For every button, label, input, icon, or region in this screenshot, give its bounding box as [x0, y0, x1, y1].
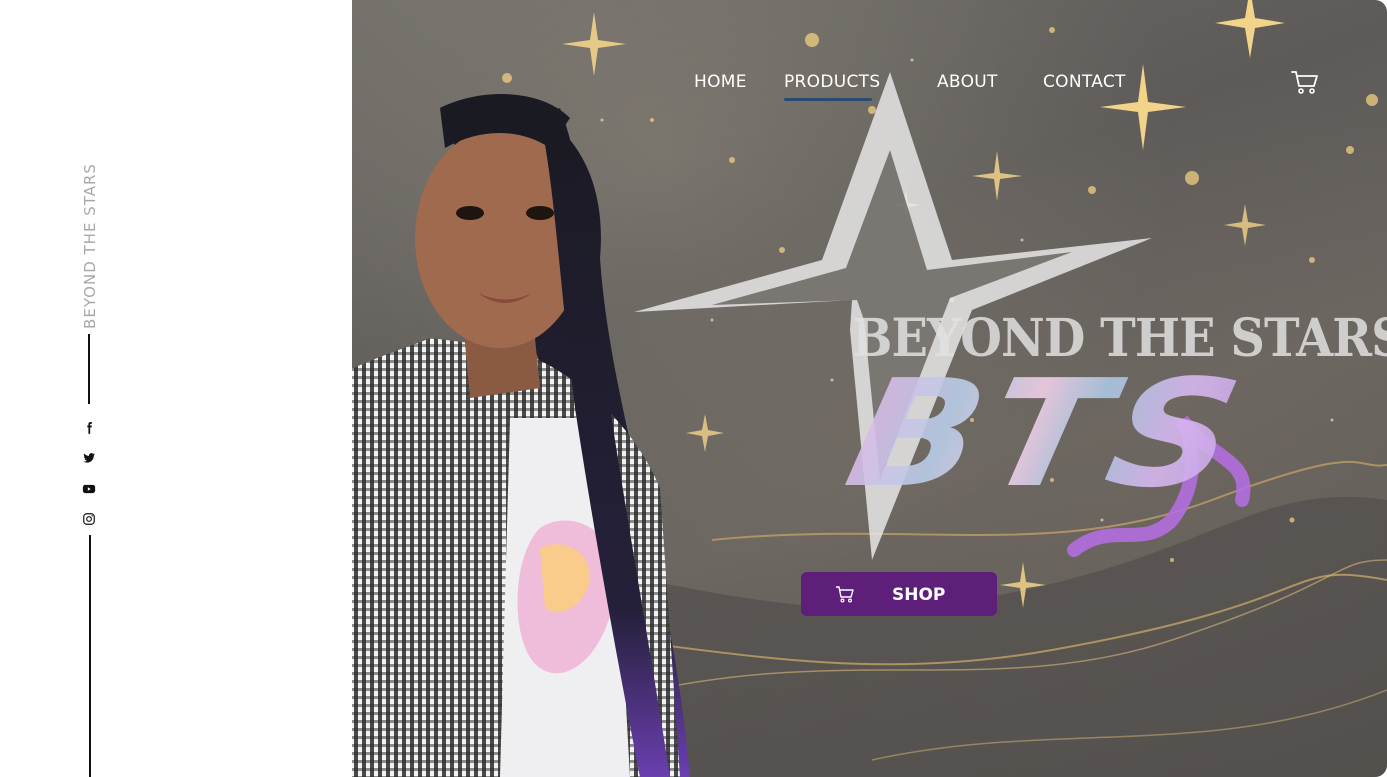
divider-line-top: [88, 334, 90, 404]
shop-button[interactable]: SHOP: [801, 572, 997, 616]
divider-line-bottom: [89, 535, 91, 777]
nav-contact[interactable]: CONTACT: [1043, 72, 1126, 92]
vertical-brand-text: BEYOND THE STARS: [81, 163, 99, 329]
sidebar: BEYOND THE STARS: [0, 0, 352, 777]
facebook-icon[interactable]: [80, 419, 98, 437]
nav-active-underline: [784, 98, 872, 101]
nav-about[interactable]: ABOUT: [937, 72, 998, 92]
youtube-icon[interactable]: [80, 480, 98, 498]
cart-icon: [1291, 71, 1318, 94]
cart-button[interactable]: [1290, 68, 1320, 96]
shop-button-label: SHOP: [892, 585, 946, 605]
cart-icon: [836, 586, 854, 603]
bts-logo: BTS: [833, 348, 1260, 520]
nav-home[interactable]: HOME: [694, 72, 747, 92]
model-photo: [352, 94, 690, 777]
hero-banner: BEYOND THE STARS BTS: [352, 0, 1387, 777]
twitter-icon[interactable]: [80, 449, 98, 467]
nav-products[interactable]: PRODUCTS: [784, 72, 880, 92]
page: BEYOND THE STARS BEYOND THE STARS BTS HO…: [0, 0, 1387, 777]
instagram-icon[interactable]: [80, 510, 98, 528]
